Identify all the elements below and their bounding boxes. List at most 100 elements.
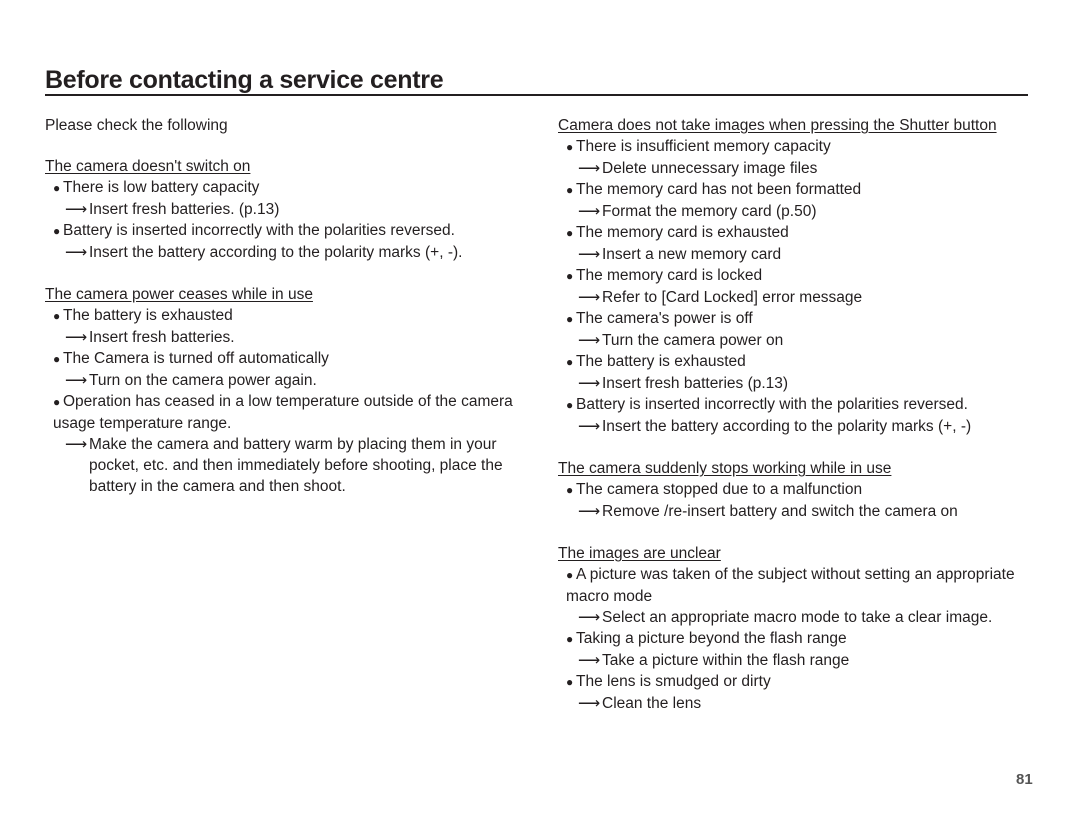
intro-text: Please check the following: [45, 117, 228, 134]
section-heading: The images are unclear: [558, 545, 721, 562]
arrow-right-icon: ⟶: [65, 329, 88, 346]
remedy-item: ⟶ Insert the battery according to the pol…: [45, 242, 535, 263]
cause-text: A picture was taken of the subject witho…: [566, 566, 1015, 605]
cause-item: ● Battery is inserted incorrectly with th…: [558, 394, 1038, 416]
bullet-icon: ●: [53, 181, 61, 195]
bullet-icon: ●: [566, 675, 574, 689]
remedy-item: ⟶ Turn on the camera power again.: [45, 370, 535, 391]
cause-item: ● Operation has ceased in a low temperatu…: [45, 391, 535, 434]
section-heading: The camera suddenly stops working while …: [558, 460, 892, 477]
cause-text: The memory card is exhausted: [576, 224, 789, 241]
arrow-right-icon: ⟶: [578, 503, 601, 520]
bullet-icon: ●: [566, 483, 574, 497]
remedy-text: Insert a new memory card: [602, 246, 782, 263]
right-column: Camera does not take images when pressin…: [558, 115, 1038, 735]
cause-item: ● The lens is smudged or dirty: [558, 671, 1038, 693]
remedy-item: ⟶ Insert fresh batteries.: [45, 327, 535, 348]
arrow-right-icon: ⟶: [578, 332, 601, 349]
cause-text: The memory card has not been formatted: [576, 181, 862, 198]
remedy-text: Make the camera and battery warm by plac…: [89, 436, 503, 495]
troubleshooting-section: Camera does not take images when pressin…: [558, 115, 1038, 437]
remedy-text: Delete unnecessary image files: [602, 160, 818, 177]
remedy-item: ⟶ Take a picture within the flash range: [558, 650, 1038, 671]
cause-text: Battery is inserted incorrectly with the…: [576, 396, 968, 413]
cause-item: ● The camera's power is off: [558, 308, 1038, 330]
remedy-text: Insert the battery according to the pola…: [602, 418, 972, 435]
remedy-text: Clean the lens: [602, 695, 702, 712]
remedy-text: Insert the battery according to the pola…: [89, 244, 463, 261]
troubleshooting-section: The camera power ceases while in use ● The…: [45, 284, 535, 497]
remedy-item: ⟶ Insert fresh batteries. (p.13): [45, 199, 535, 220]
remedy-text: Select an appropriate macro mode to take…: [602, 609, 993, 626]
cause-text: The lens is smudged or dirty: [576, 673, 771, 690]
arrow-right-icon: ⟶: [65, 244, 88, 261]
bullet-icon: ●: [566, 312, 574, 326]
bullet-icon: ●: [53, 309, 61, 323]
section-heading: The camera doesn't switch on: [45, 158, 251, 175]
section-heading: Camera does not take images when pressin…: [558, 117, 997, 134]
bullet-icon: ●: [566, 568, 574, 582]
bullet-icon: ●: [566, 398, 574, 412]
bullet-icon: ●: [566, 632, 574, 646]
cause-text: There is low battery capacity: [63, 179, 260, 196]
cause-item: ● Taking a picture beyond the flash range: [558, 628, 1038, 650]
page-title: Before contacting a service centre: [45, 66, 1028, 96]
left-sections: The camera doesn't switch on ● There is lo…: [45, 156, 535, 497]
arrow-right-icon: ⟶: [65, 436, 88, 453]
remedy-item: ⟶ Insert a new memory card: [558, 244, 1038, 265]
bullet-icon: ●: [53, 395, 61, 409]
cause-text: The memory card is locked: [576, 267, 763, 284]
remedy-item: ⟶ Insert the battery according to the pol…: [558, 416, 1038, 437]
remedy-text: Take a picture within the flash range: [602, 652, 850, 669]
arrow-right-icon: ⟶: [65, 372, 88, 389]
remedy-item: ⟶ Insert fresh batteries (p.13): [558, 373, 1038, 394]
cause-item: ● The Camera is turned off automatically: [45, 348, 535, 370]
remedy-text: Refer to [Card Locked] error message: [602, 289, 863, 306]
arrow-right-icon: ⟶: [578, 289, 601, 306]
cause-text: Battery is inserted incorrectly with the…: [63, 222, 455, 239]
remedy-text: Format the memory card (p.50): [602, 203, 817, 220]
cause-text: Operation has ceased in a low temperatur…: [53, 393, 513, 432]
arrow-right-icon: ⟶: [578, 418, 601, 435]
arrow-right-icon: ⟶: [578, 652, 601, 669]
bullet-icon: ●: [566, 140, 574, 154]
remedy-item: ⟶ Select an appropriate macro mode to tak…: [558, 607, 1038, 628]
cause-item: ● The camera stopped due to a malfunction: [558, 479, 1038, 501]
cause-text: Taking a picture beyond the flash range: [576, 630, 847, 647]
cause-item: ● The memory card is locked: [558, 265, 1038, 287]
arrow-right-icon: ⟶: [578, 609, 601, 626]
remedy-text: Insert fresh batteries (p.13): [602, 375, 789, 392]
remedy-text: Insert fresh batteries.: [89, 329, 235, 346]
remedy-item: ⟶ Turn the camera power on: [558, 330, 1038, 351]
right-sections: Camera does not take images when pressin…: [558, 115, 1038, 714]
cause-item: ● There is low battery capacity: [45, 177, 535, 199]
remedy-item: ⟶ Delete unnecessary image files: [558, 158, 1038, 179]
cause-item: ● A picture was taken of the subject with…: [558, 564, 1038, 607]
arrow-right-icon: ⟶: [578, 160, 601, 177]
remedy-text: Turn on the camera power again.: [89, 372, 317, 389]
section-heading: The camera power ceases while in use: [45, 286, 313, 303]
page-number: 81: [1016, 771, 1033, 788]
troubleshooting-section: The camera doesn't switch on ● There is lo…: [45, 156, 535, 263]
cause-item: ● The battery is exhausted: [558, 351, 1038, 373]
bullet-icon: ●: [53, 224, 61, 238]
arrow-right-icon: ⟶: [578, 375, 601, 392]
troubleshooting-section: The camera suddenly stops working while …: [558, 458, 1038, 522]
arrow-right-icon: ⟶: [578, 246, 601, 263]
remedy-item: ⟶ Refer to [Card Locked] error message: [558, 287, 1038, 308]
cause-item: ● There is insufficient memory capacity: [558, 136, 1038, 158]
cause-text: The battery is exhausted: [63, 307, 233, 324]
arrow-right-icon: ⟶: [578, 203, 601, 220]
bullet-icon: ●: [566, 183, 574, 197]
arrow-right-icon: ⟶: [578, 695, 601, 712]
arrow-right-icon: ⟶: [65, 201, 88, 218]
bullet-icon: ●: [53, 352, 61, 366]
cause-text: The Camera is turned off automatically: [63, 350, 329, 367]
bullet-icon: ●: [566, 226, 574, 240]
cause-item: ● The memory card is exhausted: [558, 222, 1038, 244]
remedy-item: ⟶ Remove /re-insert battery and switch th…: [558, 501, 1038, 522]
cause-text: The camera stopped due to a malfunction: [576, 481, 863, 498]
remedy-item: ⟶ Clean the lens: [558, 693, 1038, 714]
remedy-text: Insert fresh batteries. (p.13): [89, 201, 280, 218]
remedy-text: Remove /re-insert battery and switch the…: [602, 503, 958, 520]
